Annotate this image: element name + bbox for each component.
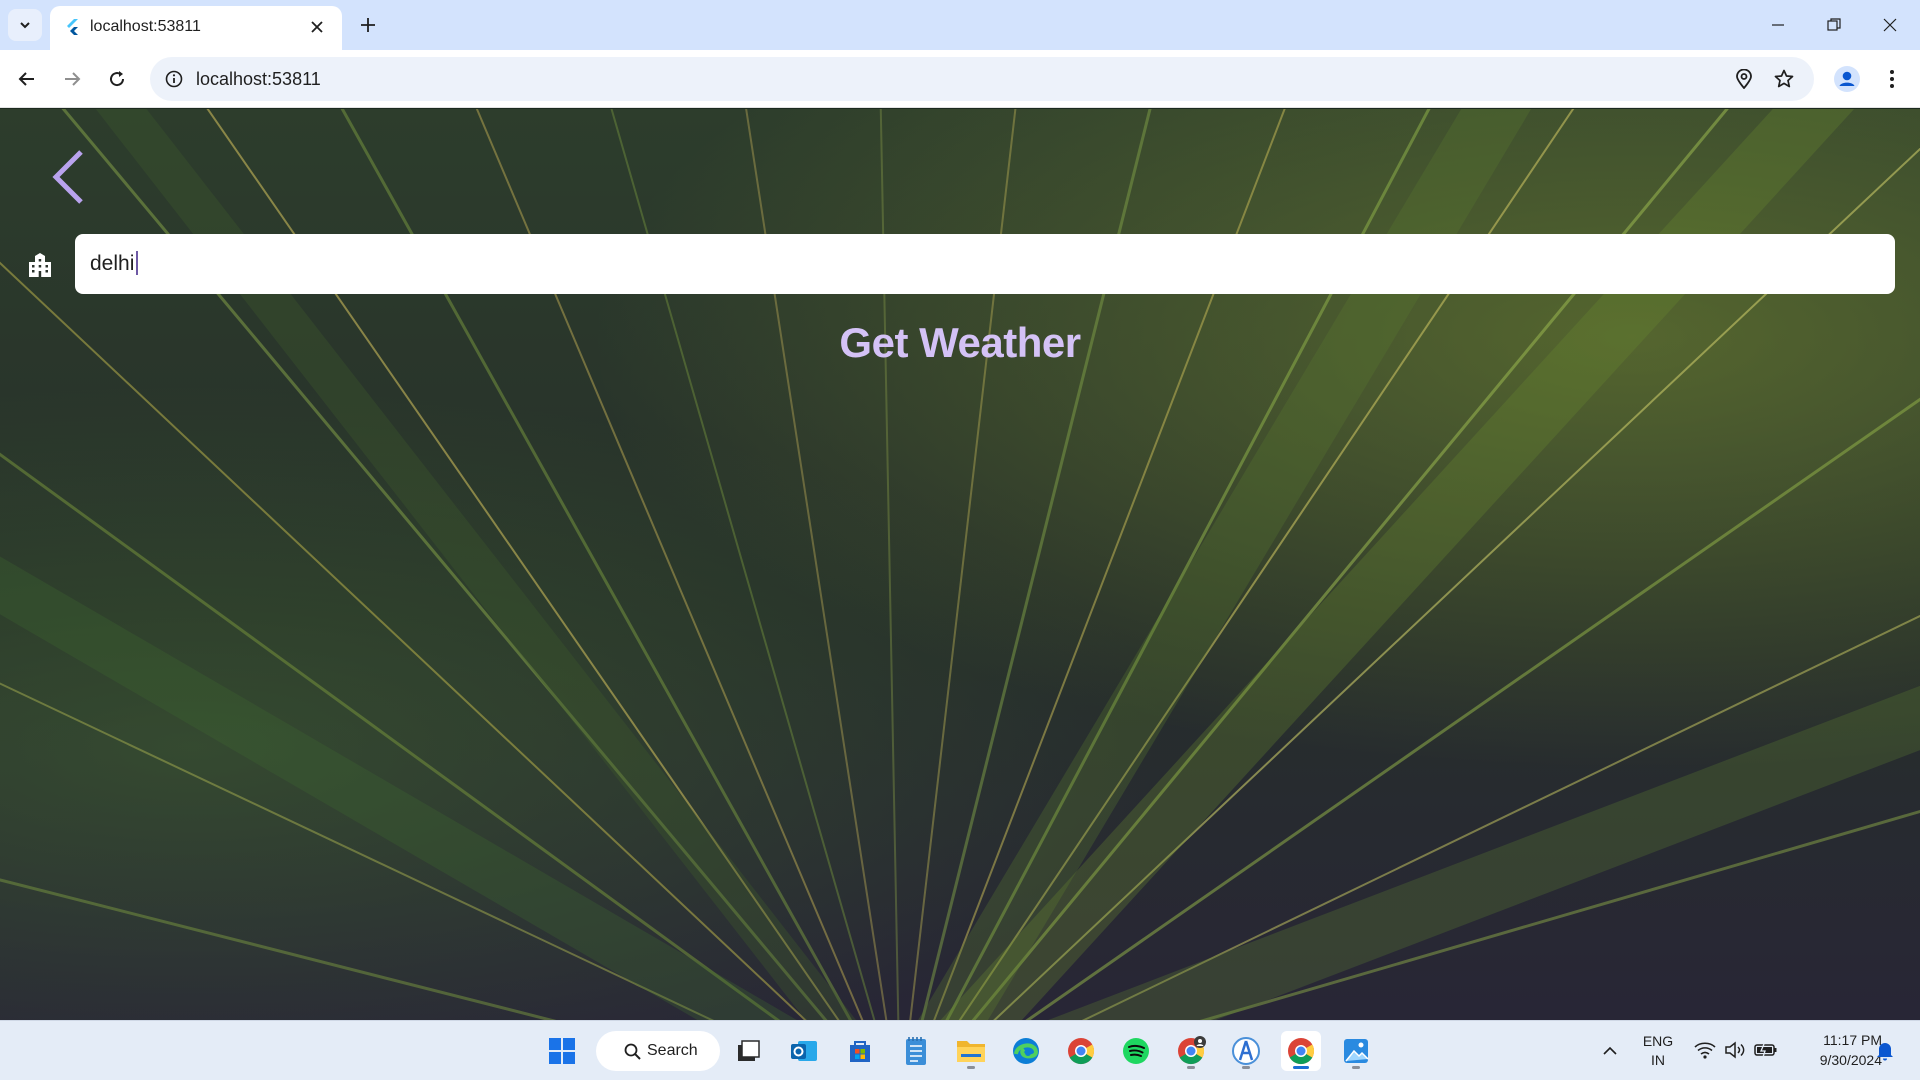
- folder-icon: [957, 1041, 985, 1062]
- spotify-app[interactable]: [1116, 1031, 1156, 1071]
- chrome-profile-app[interactable]: [1171, 1031, 1211, 1071]
- chrome-icon: [1068, 1038, 1095, 1065]
- address-bar[interactable]: localhost:53811: [150, 57, 1814, 101]
- wifi-icon: [1694, 1042, 1716, 1059]
- tab-search-button[interactable]: [8, 9, 42, 41]
- chevron-down-icon: [20, 22, 30, 29]
- store-icon: [850, 1041, 870, 1062]
- photos-icon: [1344, 1039, 1369, 1063]
- windows-logo-icon: [549, 1038, 575, 1064]
- notepad-icon: [906, 1037, 926, 1065]
- forward-button[interactable]: [54, 61, 90, 97]
- location-pin-icon: [1736, 69, 1752, 89]
- window-close-button[interactable]: [1862, 0, 1918, 50]
- reload-icon: [110, 71, 125, 87]
- edge-app[interactable]: [1006, 1031, 1046, 1071]
- info-icon: [165, 70, 183, 88]
- arrow-right-icon: [65, 72, 81, 86]
- get-weather-button[interactable]: Get Weather: [0, 319, 1920, 367]
- plus-icon: [361, 18, 375, 32]
- new-tab-button[interactable]: [352, 9, 384, 41]
- running-indicator: [1352, 1066, 1360, 1069]
- text-caret: [136, 251, 139, 275]
- chrome-active-app[interactable]: [1281, 1031, 1321, 1071]
- notifications-button[interactable]: [1868, 1031, 1902, 1071]
- chrome-icon: [1288, 1038, 1315, 1065]
- minimize-button[interactable]: [1750, 0, 1806, 50]
- volume-icon: [1725, 1041, 1745, 1059]
- microsoft-store-app[interactable]: [840, 1031, 880, 1071]
- battery-icon: [1754, 1043, 1777, 1058]
- browser-tab[interactable]: localhost:53811: [50, 6, 342, 50]
- minimize-icon: [1772, 24, 1784, 26]
- language-code: ENG: [1642, 1033, 1674, 1049]
- more-vertical-icon: [1890, 70, 1894, 88]
- chrome-icon: [1178, 1036, 1206, 1065]
- active-indicator: [1293, 1066, 1309, 1069]
- search-icon: [624, 1043, 641, 1060]
- menu-button[interactable]: [1874, 61, 1910, 97]
- chevron-up-icon: [1603, 1046, 1617, 1055]
- arrow-left-icon: [18, 72, 34, 86]
- avatar-icon: [1834, 66, 1860, 92]
- language-region: IN: [1651, 1052, 1665, 1068]
- edge-icon: [1013, 1038, 1039, 1064]
- outlook-icon: [791, 1041, 817, 1061]
- outlook-app[interactable]: [784, 1031, 824, 1071]
- task-view-icon: [738, 1040, 760, 1061]
- show-hidden-icons-button[interactable]: [1590, 1031, 1630, 1071]
- city-icon: [29, 253, 51, 277]
- tab-title: localhost:53811: [90, 18, 201, 35]
- language-indicator[interactable]: ENG IN: [1636, 1033, 1680, 1071]
- location-button[interactable]: [1730, 65, 1758, 93]
- bookmark-button[interactable]: [1770, 65, 1798, 93]
- running-indicator: [967, 1066, 975, 1069]
- flutter-favicon-icon: [67, 19, 78, 35]
- close-icon: [1883, 18, 1897, 32]
- spotify-icon: [1123, 1038, 1149, 1064]
- task-view-button[interactable]: [728, 1031, 768, 1071]
- page-back-button[interactable]: [44, 147, 92, 207]
- reload-button[interactable]: [99, 61, 135, 97]
- profile-button[interactable]: [1829, 61, 1865, 97]
- url-text[interactable]: localhost:53811: [196, 69, 321, 90]
- browser-toolbar: localhost:53811: [0, 50, 1920, 108]
- city-search-input[interactable]: delhi: [75, 234, 1895, 294]
- chrome-app[interactable]: [1061, 1031, 1101, 1071]
- file-explorer-app[interactable]: [951, 1031, 991, 1071]
- windows-taskbar: Search ENG IN 11:17 PM 9/30/2024: [0, 1020, 1920, 1080]
- back-button[interactable]: [9, 61, 45, 97]
- city-input-value[interactable]: delhi: [90, 251, 139, 276]
- close-icon: [311, 21, 323, 33]
- photos-app[interactable]: [1336, 1031, 1376, 1071]
- restore-icon: [1827, 18, 1841, 31]
- restore-button[interactable]: [1806, 0, 1862, 50]
- notepad-app[interactable]: [896, 1031, 936, 1071]
- tab-close-button[interactable]: [304, 14, 330, 40]
- weather-app-page: delhi Get Weather: [0, 109, 1920, 1020]
- running-indicator: [1187, 1066, 1195, 1069]
- compass-app-icon: [1232, 1037, 1260, 1065]
- taskbar-search[interactable]: Search: [596, 1031, 720, 1071]
- bell-icon: [1877, 1043, 1893, 1061]
- start-button[interactable]: [542, 1031, 582, 1071]
- quick-settings-button[interactable]: [1692, 1035, 1782, 1067]
- android-studio-app[interactable]: [1226, 1031, 1266, 1071]
- running-indicator: [1242, 1066, 1250, 1069]
- chevron-left-icon: [52, 150, 83, 204]
- browser-tab-strip: localhost:53811: [0, 0, 1920, 50]
- taskbar-search-label: Search: [647, 1042, 698, 1059]
- site-info-button[interactable]: [160, 65, 188, 93]
- star-icon: [1774, 69, 1794, 88]
